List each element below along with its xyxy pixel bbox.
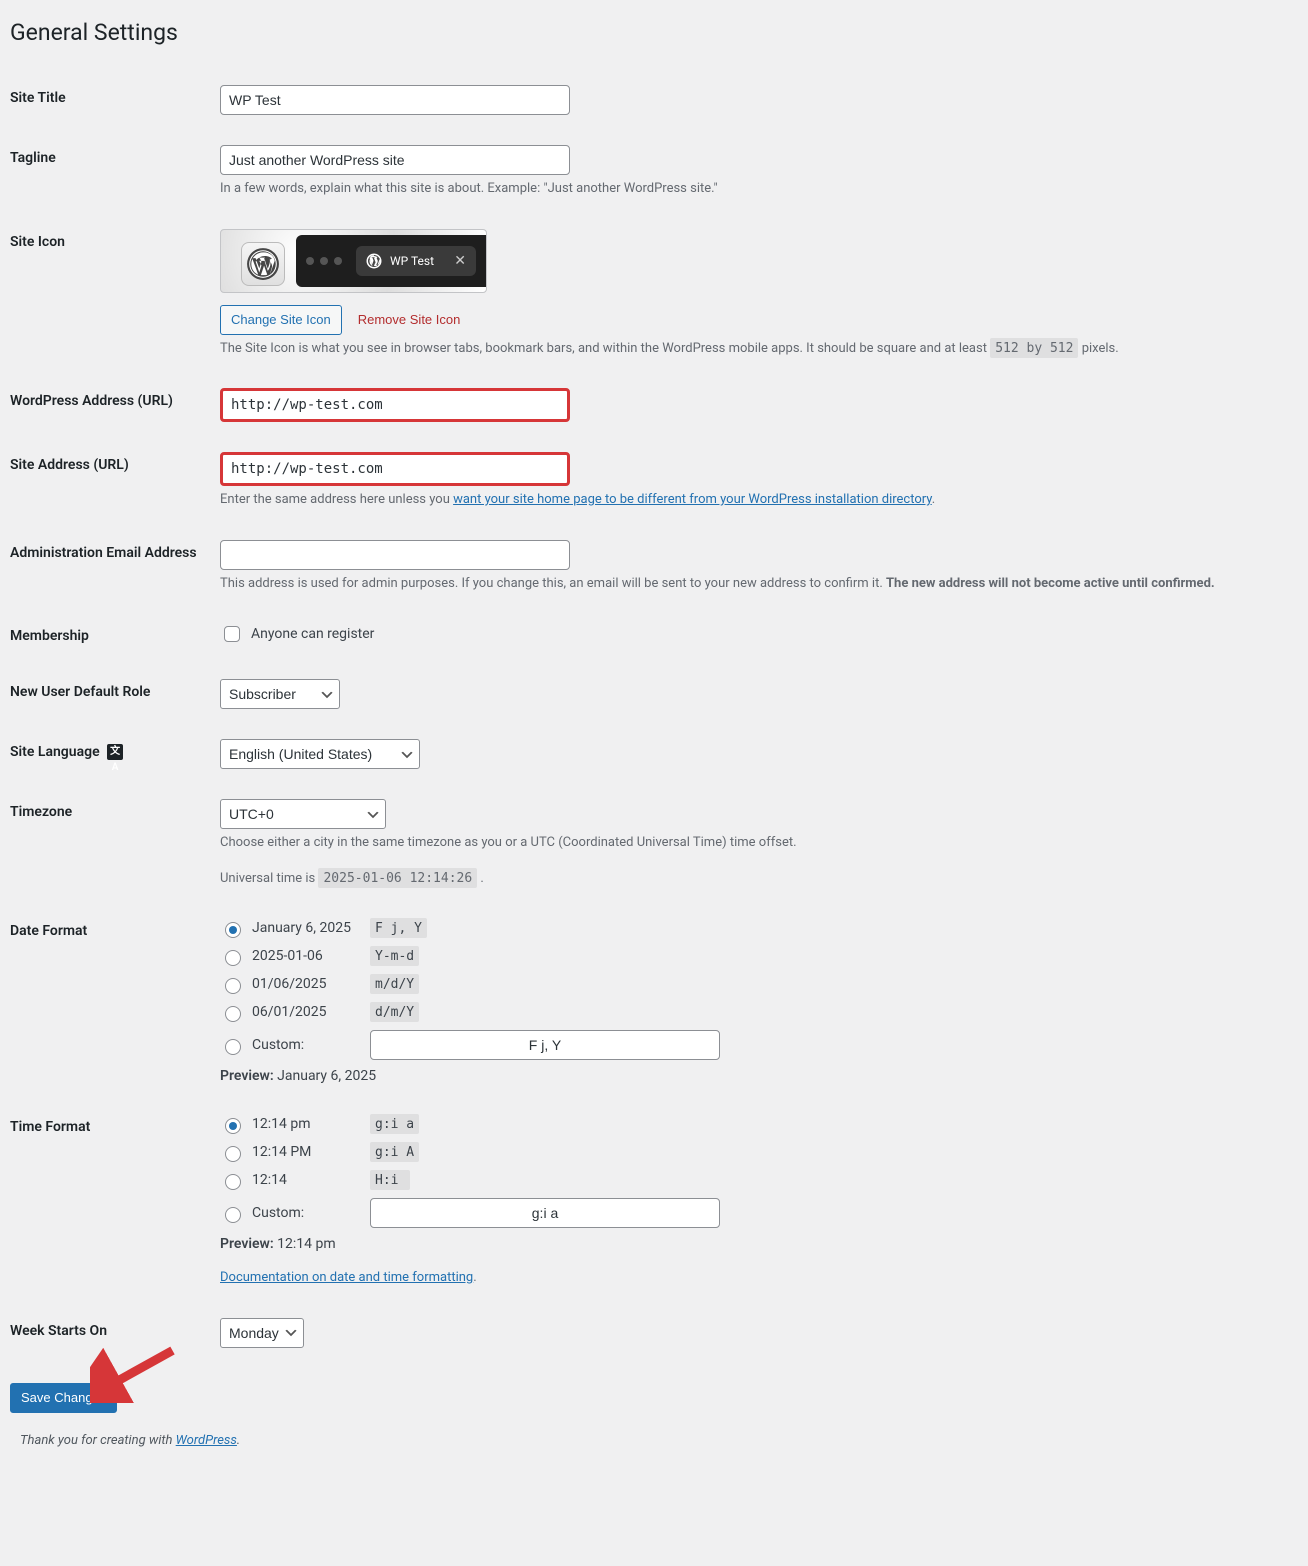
tagline-desc: In a few words, explain what this site i… [220,179,1278,199]
time-format-custom-label: Custom: [252,1205,362,1221]
site-language-select[interactable]: English (United States) [220,739,420,769]
date-format-option-1: 2025-01-06 [252,948,362,964]
date-format-option-2: 01/06/2025 [252,976,362,992]
date-format-custom-label: Custom: [252,1037,362,1053]
date-format-code-2: m/d/Y [370,974,419,994]
tab-title: WP Test [390,254,434,268]
date-format-radio-2[interactable] [225,978,241,994]
date-format-code-0: F j, Y [370,918,427,938]
site-url-doc-link[interactable]: want your site home page to be different… [453,492,932,507]
date-format-code-1: Y-m-d [370,946,419,966]
default-role-select[interactable]: Subscriber [220,679,340,709]
dot-icon [306,257,314,265]
close-icon: ✕ [454,253,466,269]
site-icon-desc: The Site Icon is what you see in browser… [220,339,1278,359]
tagline-label: Tagline [10,130,210,214]
dot-icon [320,257,328,265]
time-format-code-0: g:i a [370,1114,419,1134]
site-url-input[interactable] [220,452,570,486]
date-format-preview: Preview: January 6, 2025 [220,1068,1278,1084]
time-format-custom-input[interactable] [370,1198,720,1228]
wp-url-label: WordPress Address (URL) [10,373,210,437]
timezone-universal: Universal time is 2025-01-06 12:14:26 . [220,869,1278,889]
week-starts-select[interactable]: Monday [220,1318,304,1348]
wordpress-icon [246,247,280,281]
save-changes-button[interactable]: Save Changes [10,1383,117,1413]
tagline-input[interactable] [220,145,570,175]
membership-checkbox[interactable] [224,626,240,642]
time-format-preview: Preview: 12:14 pm [220,1236,1278,1252]
time-format-radio-custom[interactable] [225,1207,241,1223]
site-url-label: Site Address (URL) [10,437,210,525]
date-format-radio-custom[interactable] [225,1039,241,1055]
membership-checkbox-label: Anyone can register [251,626,374,642]
admin-email-desc: This address is used for admin purposes.… [220,574,1278,594]
date-format-code-3: d/m/Y [370,1002,419,1022]
site-title-label: Site Title [10,70,210,130]
membership-label: Membership [10,608,210,664]
timezone-desc: Choose either a city in the same timezon… [220,833,1278,853]
wp-url-input[interactable] [220,388,570,422]
date-format-custom-input[interactable] [370,1030,720,1060]
footer-wordpress-link[interactable]: WordPress [176,1433,237,1448]
wordpress-icon [366,253,382,269]
date-format-label: Date Format [10,903,210,1099]
date-format-radio-1[interactable] [225,950,241,966]
admin-email-input[interactable] [220,540,570,570]
date-format-radio-3[interactable] [225,1006,241,1022]
time-format-option-2: 12:14 [252,1172,362,1188]
time-format-radio-0[interactable] [225,1118,241,1134]
timezone-label: Timezone [10,784,210,903]
translate-icon: 文A [107,744,123,760]
time-format-radio-1[interactable] [225,1146,241,1162]
footer-credit: Thank you for creating with WordPress. [10,1413,1288,1468]
default-role-label: New User Default Role [10,664,210,724]
time-format-option-0: 12:14 pm [252,1116,362,1132]
dot-icon [334,257,342,265]
change-site-icon-button[interactable]: Change Site Icon [220,305,342,335]
site-icon-label: Site Icon [10,214,210,374]
site-icon-favicon [241,242,285,286]
page-title: General Settings [10,10,1288,50]
site-language-label: Site Language 文A [10,724,210,784]
time-format-code-1: g:i A [370,1142,419,1162]
time-format-radio-2[interactable] [225,1174,241,1190]
browser-tab-preview: WP Test ✕ [296,235,486,287]
datetime-doc: Documentation on date and time formattin… [220,1268,1278,1288]
site-title-input[interactable] [220,85,570,115]
date-format-option-0: January 6, 2025 [252,920,362,936]
time-format-code-2: H:i [370,1170,410,1190]
week-starts-label: Week Starts On [10,1303,210,1363]
site-icon-preview: WP Test ✕ [220,229,487,293]
site-url-desc: Enter the same address here unless you w… [220,490,1278,510]
datetime-doc-link[interactable]: Documentation on date and time formattin… [220,1270,473,1285]
timezone-select[interactable]: UTC+0 [220,799,386,829]
time-format-label: Time Format [10,1099,210,1303]
date-format-radio-0[interactable] [225,922,241,938]
remove-site-icon-button[interactable]: Remove Site Icon [358,312,461,327]
date-format-option-3: 06/01/2025 [252,1004,362,1020]
admin-email-label: Administration Email Address [10,525,210,609]
time-format-option-1: 12:14 PM [252,1144,362,1160]
